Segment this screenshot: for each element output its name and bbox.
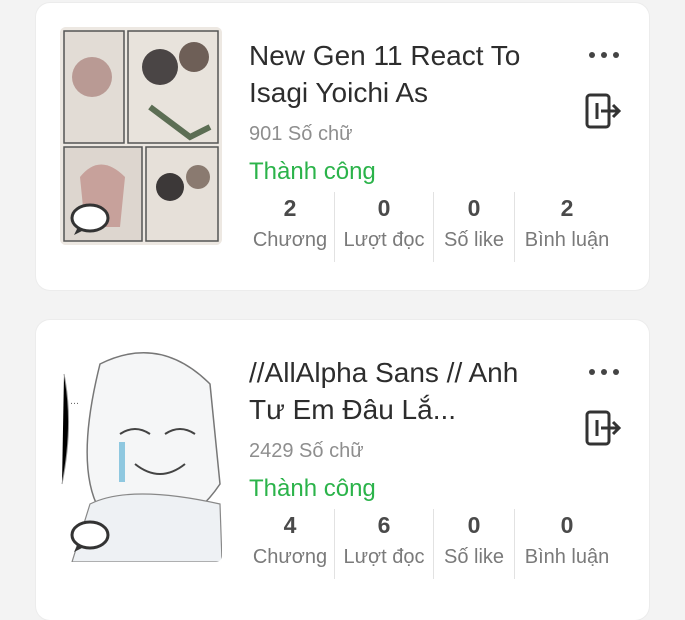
stat-comments: 2 Bình luận	[524, 195, 610, 251]
story-title[interactable]: //AllAlpha Sans // Anh Tư Em Đâu Lắ...	[249, 354, 549, 428]
svg-text:…: …	[70, 397, 79, 407]
more-options-button[interactable]	[584, 43, 624, 67]
stat-comments: 0 Bình luận	[524, 512, 610, 568]
story-card[interactable]: … //AllAlpha Sans // Anh Tư Em Đâu Lắ...…	[36, 320, 649, 620]
status-label: Thành công	[249, 158, 376, 185]
story-card[interactable]: New Gen 11 React To Isagi Yoichi As 901 …	[36, 3, 649, 290]
comment-bubble-icon	[70, 203, 110, 235]
story-stats: 4 Chương 6 Lượt đọc 0 Số like 0 Bình luậ…	[246, 509, 626, 579]
stat-chapters: 4 Chương	[246, 509, 335, 579]
story-cover-image[interactable]: …	[60, 344, 222, 562]
stat-likes: 0 Số like	[434, 509, 515, 579]
word-count: 2429 Số chữ	[249, 440, 364, 462]
story-title[interactable]: New Gen 11 React To Isagi Yoichi As	[249, 37, 549, 111]
more-dots-icon	[589, 369, 595, 375]
comment-bubble-icon	[70, 520, 110, 552]
story-cover-image[interactable]	[60, 27, 222, 245]
more-dots-icon	[589, 52, 595, 58]
more-options-button[interactable]	[584, 360, 624, 384]
stat-chapters: 2 Chương	[246, 192, 335, 262]
stat-likes: 0 Số like	[434, 192, 515, 262]
word-count: 901 Số chữ	[249, 123, 353, 145]
stat-reads: 6 Lượt đọc	[335, 509, 434, 579]
story-stats: 2 Chương 0 Lượt đọc 0 Số like 2 Bình luậ…	[246, 192, 626, 262]
stat-reads: 0 Lượt đọc	[335, 192, 434, 262]
exit-icon[interactable]	[583, 408, 623, 448]
exit-icon[interactable]	[583, 91, 623, 131]
status-label: Thành công	[249, 475, 376, 502]
